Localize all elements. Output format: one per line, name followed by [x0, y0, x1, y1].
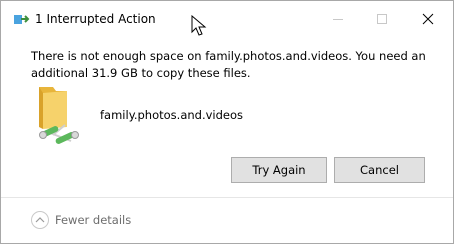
- error-message: There is not enough space on family.phot…: [31, 49, 426, 80]
- minimize-icon: [333, 18, 343, 20]
- fewer-details-toggle[interactable]: Fewer details: [31, 210, 131, 230]
- footer-divider: [1, 197, 453, 198]
- chevron-up-icon: [31, 211, 49, 229]
- interrupted-action-dialog: 1 Interrupted Action There is not enough…: [0, 0, 454, 244]
- cancel-button[interactable]: Cancel: [334, 157, 425, 183]
- copy-arrow-icon: [14, 15, 30, 24]
- close-button[interactable]: [405, 1, 451, 37]
- title-bar[interactable]: 1 Interrupted Action: [1, 1, 453, 37]
- folder-network-icon: [39, 87, 79, 144]
- fewer-details-label: Fewer details: [55, 213, 132, 227]
- minimize-button[interactable]: [315, 1, 361, 37]
- try-again-button[interactable]: Try Again: [231, 157, 327, 183]
- maximize-icon: [377, 14, 387, 24]
- close-icon: [422, 13, 434, 25]
- item-name: family.photos.and.videos: [100, 108, 244, 122]
- maximize-button[interactable]: [359, 1, 405, 37]
- window-title: 1 Interrupted Action: [35, 12, 156, 26]
- mouse-cursor-icon: [191, 15, 207, 36]
